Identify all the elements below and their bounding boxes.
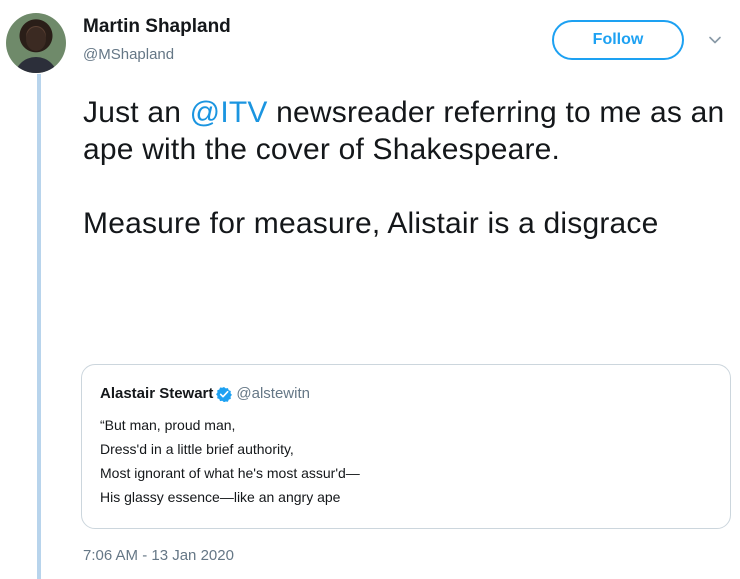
verified-badge-icon xyxy=(216,386,233,402)
tweet-timestamp[interactable]: 7:06 AM - 13 Jan 2020 xyxy=(83,547,234,564)
follow-button[interactable]: Follow xyxy=(552,20,684,60)
quoted-author-handle: @alstewitn xyxy=(236,385,310,402)
quoted-line: Dress'd in a little brief authority, xyxy=(100,441,294,457)
chevron-down-icon[interactable] xyxy=(708,33,722,47)
quoted-tweet-card[interactable]: Alastair Stewart @alstewitn “But man, pr… xyxy=(81,364,731,529)
avatar-shoulders xyxy=(14,57,58,73)
quoted-tweet-text: “But man, proud man, Dress'd in a little… xyxy=(100,413,360,509)
avatar[interactable] xyxy=(6,13,66,73)
quoted-line: Most ignorant of what he's most assur'd— xyxy=(100,465,360,481)
tweet-text-part1: Just an xyxy=(83,96,190,129)
quoted-line: “But man, proud man, xyxy=(100,417,236,433)
author-name[interactable]: Martin Shapland xyxy=(83,16,231,38)
mention-link[interactable]: @ITV xyxy=(190,96,268,129)
tweet-paragraph-2: Measure for measure, Alistair is a disgr… xyxy=(83,207,659,240)
tweet-paragraph-1: Just an @ITV newsreader referring to me … xyxy=(83,94,733,168)
quoted-tweet-header: Alastair Stewart @alstewitn xyxy=(100,385,310,402)
thread-line xyxy=(37,74,41,579)
avatar-face xyxy=(26,27,46,51)
quoted-line: His glassy essence—like an angry ape xyxy=(100,489,341,505)
tweet-text: Just an @ITV newsreader referring to me … xyxy=(83,94,733,242)
author-handle[interactable]: @MShapland xyxy=(83,46,174,63)
quoted-author-name: Alastair Stewart xyxy=(100,385,214,402)
